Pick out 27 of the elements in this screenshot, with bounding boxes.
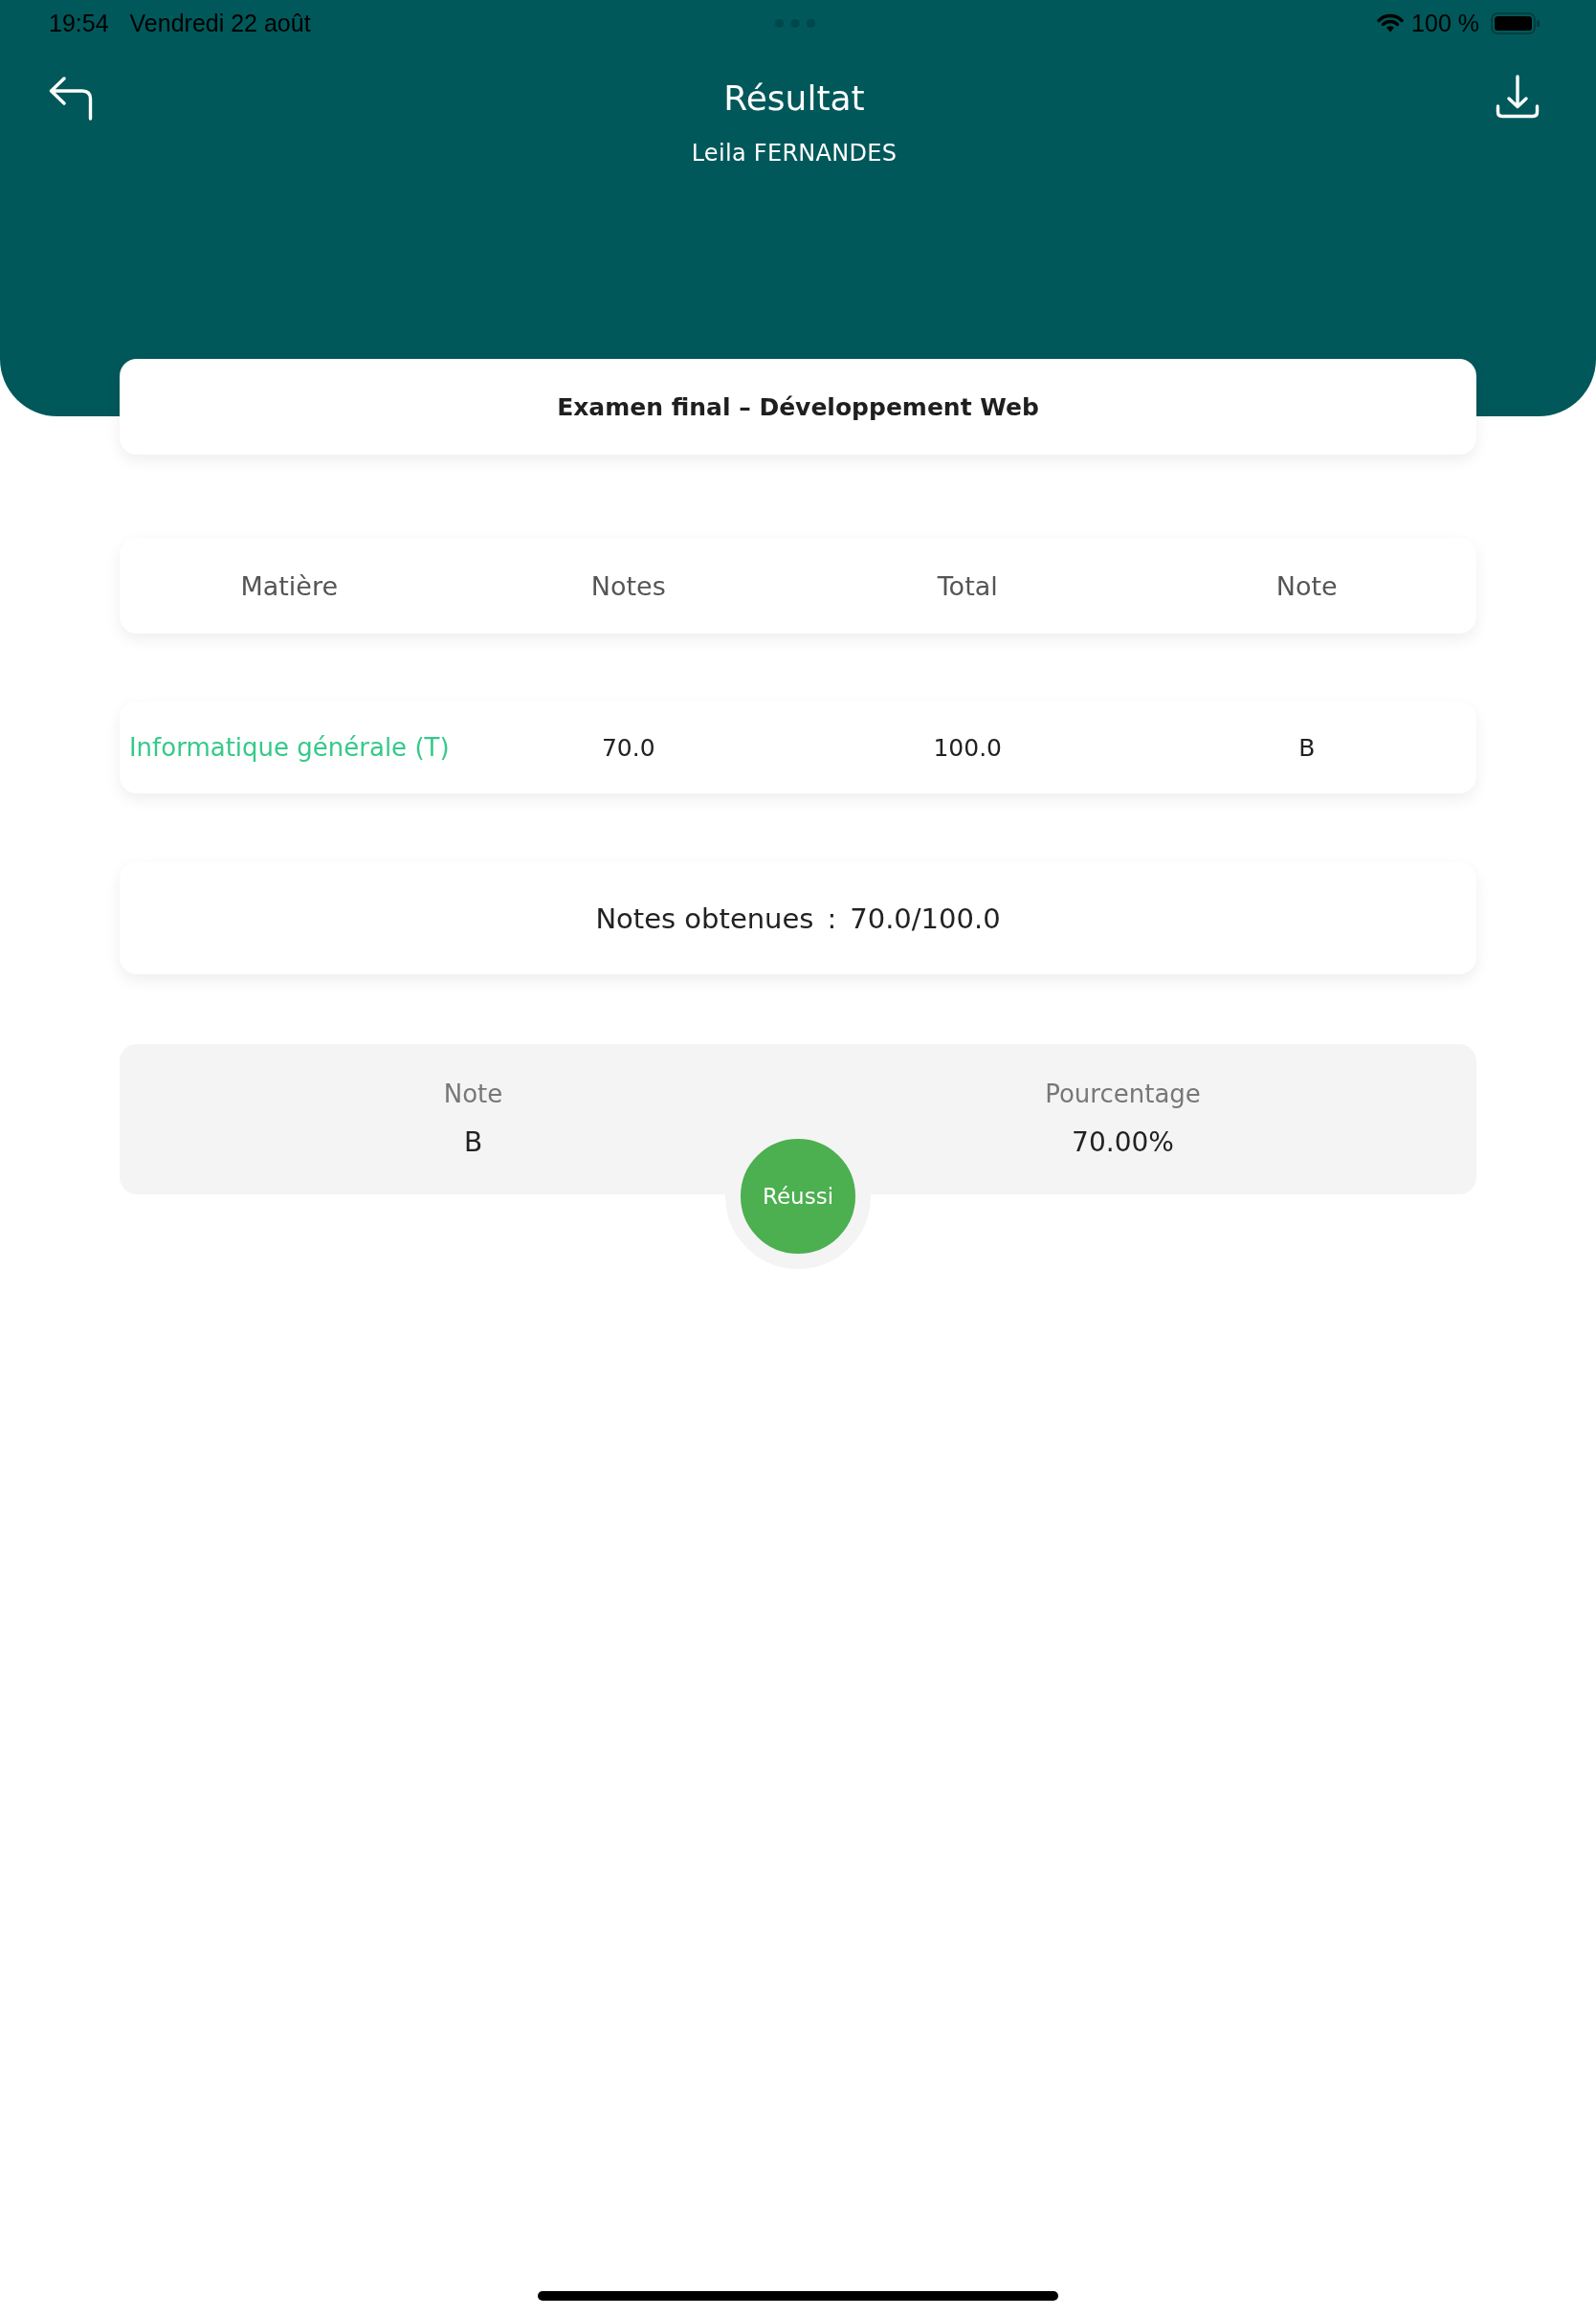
summary-label: Note	[443, 1079, 503, 1109]
total-separator: :	[827, 902, 837, 935]
status-date: Vendredi 22 août	[129, 9, 311, 37]
summary-value: B	[463, 1126, 483, 1159]
table-cell: 70.0	[601, 733, 655, 762]
back-arrow-icon	[49, 77, 93, 121]
column-header: Matière	[240, 570, 339, 601]
total-value: 70.0/100.0	[850, 902, 1001, 935]
status-time: 19:54	[49, 9, 109, 37]
wifi-icon	[1377, 13, 1405, 33]
exam-title: Examen final – Développement Web	[557, 392, 1039, 421]
student-name: Leila FERNANDES	[691, 139, 898, 167]
download-icon	[1496, 75, 1540, 119]
subject-name: Informatique générale (T)	[128, 733, 450, 762]
page-title: Résultat	[723, 78, 865, 120]
column-header: Note	[1275, 570, 1338, 601]
battery-icon	[1491, 11, 1541, 34]
download-button[interactable]	[1496, 75, 1540, 119]
summary-value: 70.00%	[1072, 1126, 1174, 1159]
column-header: Total	[937, 570, 998, 601]
column-header: Notes	[590, 570, 666, 601]
table-cell: B	[1298, 733, 1316, 762]
back-button[interactable]	[49, 77, 93, 121]
summary-label: Pourcentage	[1045, 1079, 1201, 1109]
table-cell: 100.0	[933, 733, 1003, 762]
battery-percentage: 100 %	[1411, 9, 1479, 37]
total-label: Notes obtenues	[595, 902, 814, 935]
